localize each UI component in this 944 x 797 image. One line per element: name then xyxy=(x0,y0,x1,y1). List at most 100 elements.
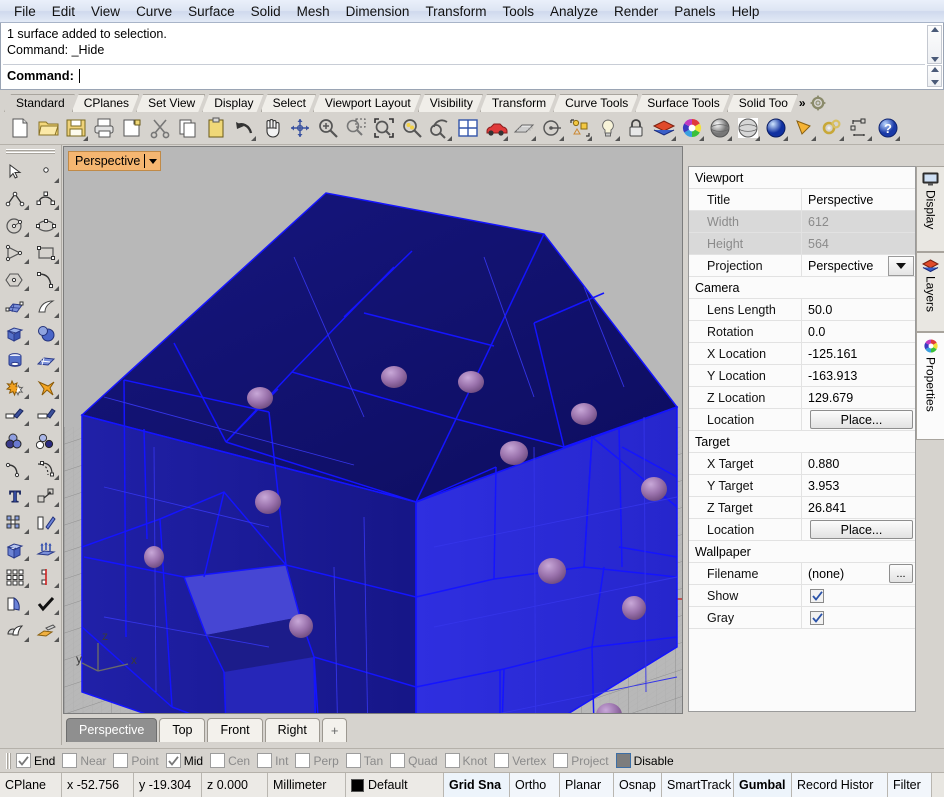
zoom-window-icon[interactable] xyxy=(426,113,454,143)
status-toggle-record-history[interactable]: Record Histor xyxy=(792,773,888,797)
boolean-intersect-icon[interactable] xyxy=(31,428,62,455)
property-value-x-location[interactable]: -125.161 xyxy=(801,342,915,365)
text-icon[interactable]: T xyxy=(0,482,31,509)
property-row-gray[interactable]: Gray xyxy=(689,606,915,629)
property-row-x-location[interactable]: X Location -125.161 xyxy=(689,342,915,365)
zoom-selected-icon[interactable] xyxy=(398,113,426,143)
property-row-target-location[interactable]: Location Place... xyxy=(689,518,915,541)
explode-icon[interactable] xyxy=(31,374,62,401)
menu-item-file[interactable]: File xyxy=(6,2,44,21)
lock-icon[interactable] xyxy=(622,113,650,143)
scale-icon[interactable] xyxy=(31,482,62,509)
command-line-spinner[interactable] xyxy=(927,65,942,87)
rectangle-icon[interactable] xyxy=(31,239,62,266)
zoom-dynamic-icon[interactable] xyxy=(342,113,370,143)
toolbar-tab-standard[interactable]: Standard xyxy=(4,94,75,112)
copy-icon[interactable] xyxy=(174,113,202,143)
property-value-lens-length[interactable]: 50.0 xyxy=(801,298,915,321)
toolbar-tab-curve-tools[interactable]: Curve Tools xyxy=(553,94,638,112)
osnap-perp[interactable]: Perp xyxy=(295,753,339,768)
osnap-tan[interactable]: Tan xyxy=(345,753,383,768)
status-toggle-osnap[interactable]: Osnap xyxy=(614,773,662,797)
command-history[interactable]: 1 surface added to selection. Command: _… xyxy=(3,25,925,63)
osnap-near-checkbox[interactable] xyxy=(62,753,78,768)
osnap-int[interactable]: Int xyxy=(257,753,288,768)
arc-icon[interactable] xyxy=(0,239,31,266)
status-cplane[interactable]: CPlane xyxy=(0,773,62,797)
toolbar-tab-viewport-layout[interactable]: Viewport Layout xyxy=(313,94,421,112)
menu-item-mesh[interactable]: Mesh xyxy=(289,2,338,21)
wallpaper-show-checkbox[interactable] xyxy=(810,588,824,603)
mirror-icon[interactable] xyxy=(31,563,62,590)
wallpaper-browse-button[interactable]: ... xyxy=(889,564,913,583)
dimension-icon[interactable] xyxy=(846,113,874,143)
command-input-row[interactable]: Command: xyxy=(3,64,925,86)
property-row-x-target[interactable]: X Target 0.880 xyxy=(689,452,915,475)
osnap-near[interactable]: Near xyxy=(62,753,106,768)
toolbar-tab-transform[interactable]: Transform xyxy=(480,94,556,112)
cylinder-icon[interactable] xyxy=(0,347,31,374)
light-bulb-icon[interactable] xyxy=(594,113,622,143)
status-toggle-ortho[interactable]: Ortho xyxy=(510,773,560,797)
curve-interpolate-icon[interactable] xyxy=(31,266,62,293)
status-toggle-filter[interactable]: Filter xyxy=(888,773,932,797)
zoom-extents-icon[interactable] xyxy=(370,113,398,143)
osnap-vertex-checkbox[interactable] xyxy=(494,753,510,768)
menu-item-render[interactable]: Render xyxy=(606,2,666,21)
layer-color-swatch[interactable] xyxy=(351,778,364,792)
toolbar-tab-surface-tools[interactable]: Surface Tools xyxy=(635,94,730,112)
toolbar-tab-overflow-chevron[interactable]: » xyxy=(797,94,808,112)
toolbar-tab-select[interactable]: Select xyxy=(261,94,316,112)
viewport-title-label[interactable]: Perspective xyxy=(68,151,162,171)
camera-place-button[interactable]: Place... xyxy=(810,410,913,429)
boolean-union-icon[interactable] xyxy=(0,374,31,401)
projection-dropdown-button[interactable] xyxy=(888,255,914,276)
osnap-end[interactable]: End xyxy=(16,753,55,768)
rendered-sphere-icon[interactable] xyxy=(762,113,790,143)
menu-item-help[interactable]: Help xyxy=(724,2,768,21)
viewport-tab-front[interactable]: Front xyxy=(207,717,263,742)
perspective-viewport[interactable]: Perspective z x y xyxy=(63,146,683,714)
undo-icon[interactable] xyxy=(230,113,258,143)
ghosted-sphere-icon[interactable] xyxy=(734,113,762,143)
property-row-title[interactable]: Title Perspective xyxy=(689,188,915,211)
named-cplane-icon[interactable] xyxy=(538,113,566,143)
property-row-y-target[interactable]: Y Target 3.953 xyxy=(689,474,915,497)
command-history-scrollbar[interactable] xyxy=(927,25,942,64)
car-render-icon[interactable] xyxy=(482,113,510,143)
property-row-projection[interactable]: Projection Perspective xyxy=(689,254,915,277)
viewport-tab-perspective[interactable]: Perspective xyxy=(66,717,158,742)
rotate-view-icon[interactable] xyxy=(286,113,314,143)
extrude-icon[interactable] xyxy=(31,536,62,563)
status-toggle-smarttrack[interactable]: SmartTrack xyxy=(662,773,734,797)
command-scroll-up-icon[interactable] xyxy=(930,67,939,72)
check-object-icon[interactable] xyxy=(31,590,62,617)
command-scroll-down-icon[interactable] xyxy=(930,80,939,85)
property-row-camera-location[interactable]: Location Place... xyxy=(689,408,915,431)
rectangular-array-icon[interactable] xyxy=(0,563,31,590)
split-icon[interactable] xyxy=(31,401,62,428)
viewport-tab-add-button[interactable]: + xyxy=(321,717,348,742)
sphere-icon[interactable] xyxy=(31,320,62,347)
copy-to-clipboard-icon[interactable] xyxy=(118,113,146,143)
wallpaper-gray-checkbox[interactable] xyxy=(810,610,824,625)
osnap-point[interactable]: Point xyxy=(113,753,159,768)
property-row-rotation[interactable]: Rotation 0.0 xyxy=(689,320,915,343)
status-units[interactable]: Millimeter xyxy=(268,773,346,797)
boolean-split-icon[interactable] xyxy=(0,617,31,644)
zoom-in-icon[interactable] xyxy=(314,113,342,143)
target-place-button[interactable]: Place... xyxy=(810,520,913,539)
rail-tab-properties[interactable]: Properties xyxy=(916,332,944,440)
array-icon[interactable] xyxy=(0,509,31,536)
trim-icon[interactable] xyxy=(0,401,31,428)
osnap-project[interactable]: Project xyxy=(553,753,609,768)
status-toggle-gumball[interactable]: Gumbal xyxy=(734,773,792,797)
rail-tab-layers[interactable]: Layers xyxy=(916,252,944,332)
polygon-icon[interactable] xyxy=(0,266,31,293)
rail-tab-display[interactable]: Display xyxy=(916,166,944,252)
toolbar-tab-display[interactable]: Display xyxy=(202,94,263,112)
osnap-quad-checkbox[interactable] xyxy=(390,753,406,768)
osnap-end-checkbox[interactable] xyxy=(16,753,31,768)
property-value-rotation[interactable]: 0.0 xyxy=(801,320,915,343)
property-row-z-location[interactable]: Z Location 129.679 xyxy=(689,386,915,409)
